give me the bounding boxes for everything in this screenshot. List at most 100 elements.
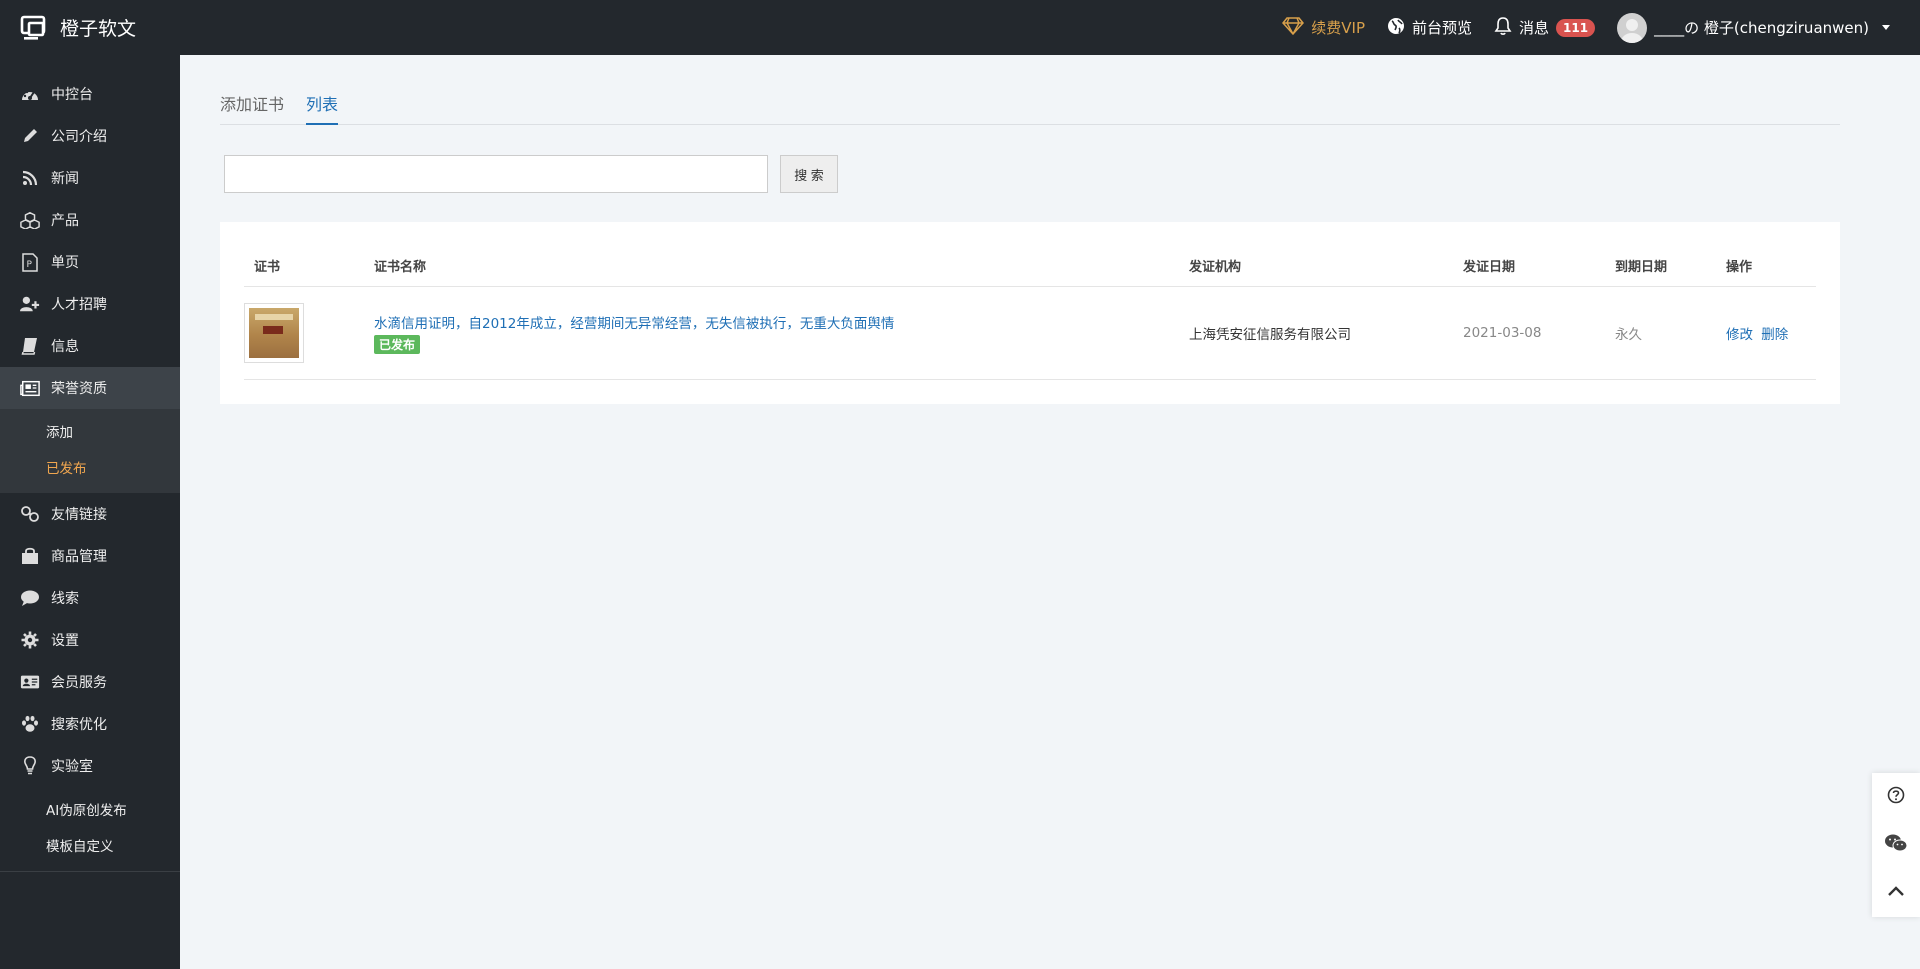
top-bar: 橙子软文 续费VIP 前台预览 消息 111 ____の 橙子(chengzir…: [0, 0, 1920, 55]
pencil-icon: [20, 126, 40, 146]
sidebar-item-recruitment[interactable]: 人才招聘: [0, 283, 180, 325]
submenu-item-published[interactable]: 已发布: [0, 451, 180, 487]
question-circle-icon: [1887, 786, 1905, 808]
sidebar-item-label: 实验室: [51, 759, 93, 775]
submenu-item-ai-rewrite[interactable]: AI伪原创发布: [0, 793, 180, 829]
sidebar: 中控台 公司介绍 新闻 产品 P 单页 人才招聘 信息 荣誉资质 添加 已发布 …: [0, 55, 180, 969]
wechat-icon: [1884, 833, 1908, 857]
sidebar-item-label: 荣誉资质: [51, 381, 107, 397]
user-menu[interactable]: ____の 橙子(chengziruanwen): [1617, 12, 1890, 43]
tab-list[interactable]: 列表: [306, 85, 339, 125]
column-header-issue-date: 发证日期: [1453, 246, 1605, 287]
brand[interactable]: 橙子软文: [20, 0, 136, 55]
sidebar-item-info[interactable]: 信息: [0, 325, 180, 367]
rss-icon: [20, 168, 40, 188]
sidebar-item-label: 公司介绍: [51, 129, 107, 145]
cell-name: 水滴信用证明，自2012年成立，经营期间无异常经营，无失信被执行，无重大负面舆情…: [364, 286, 1179, 380]
gear-icon: [20, 630, 40, 650]
user-name: ____の 橙子(chengziruanwen): [1654, 19, 1869, 37]
table-header-row: 证书 证书名称 发证机构 发证日期 到期日期 操作: [244, 246, 1816, 287]
delete-link[interactable]: 删除: [1761, 327, 1788, 343]
diamond-icon: [1282, 16, 1305, 39]
brand-name: 橙子软文: [60, 18, 137, 40]
sidebar-item-seo[interactable]: 搜索优化: [0, 703, 180, 745]
sidebar-item-news[interactable]: 新闻: [0, 157, 180, 199]
cell-issuer: 上海凭安征信服务有限公司: [1179, 286, 1453, 380]
sidebar-item-label: 友情链接: [51, 507, 107, 523]
search-button[interactable]: 搜 索: [780, 155, 838, 193]
brand-logo-icon: [20, 15, 50, 41]
sidebar-item-membership[interactable]: 会员服务: [0, 661, 180, 703]
frontend-preview-link[interactable]: 前台预览: [1387, 17, 1472, 39]
preview-label: 前台预览: [1412, 19, 1473, 37]
sidebar-item-lab[interactable]: 实验室: [0, 745, 180, 787]
vip-label: 续费VIP: [1311, 19, 1365, 37]
floating-toolbar: [1872, 773, 1920, 917]
sidebar-item-page[interactable]: P 单页: [0, 241, 180, 283]
sidebar-item-goods[interactable]: 商品管理: [0, 535, 180, 577]
comment-icon: [20, 588, 40, 608]
chevron-up-icon: [1887, 885, 1905, 901]
certificate-title-link[interactable]: 水滴信用证明，自2012年成立，经营期间无异常经营，无失信被执行，无重大负面舆情: [374, 312, 1179, 332]
sidebar-item-label: 商品管理: [51, 549, 107, 565]
sidebar-item-leads[interactable]: 线索: [0, 577, 180, 619]
paw-icon: [20, 714, 40, 734]
sidebar-item-dashboard[interactable]: 中控台: [0, 73, 180, 115]
status-badge: 已发布: [374, 334, 421, 354]
column-header-expiry: 到期日期: [1605, 246, 1716, 287]
bell-icon: [1494, 16, 1512, 40]
sidebar-item-label: 搜索优化: [51, 717, 107, 733]
column-header-actions: 操作: [1716, 246, 1816, 287]
messages-link[interactable]: 消息 111: [1494, 16, 1596, 40]
sidebar-item-products[interactable]: 产品: [0, 199, 180, 241]
sidebar-item-label: 单页: [51, 255, 79, 271]
sidebar-item-label: 人才招聘: [51, 297, 107, 313]
back-to-top-button[interactable]: [1872, 869, 1920, 917]
column-header-certificate: 证书: [244, 246, 364, 287]
search-input[interactable]: [224, 155, 768, 193]
sidebar-item-settings[interactable]: 设置: [0, 619, 180, 661]
top-right-menu: 续费VIP 前台预览 消息 111 ____の 橙子(chengziruanwe…: [1282, 0, 1890, 55]
column-header-issuer: 发证机构: [1179, 246, 1453, 287]
column-header-name: 证书名称: [364, 246, 1179, 287]
submenu-item-template[interactable]: 模板自定义: [0, 829, 180, 865]
svg-text:P: P: [27, 260, 33, 270]
tab-bar: 添加证书 列表: [220, 85, 1840, 125]
tab-add-certificate[interactable]: 添加证书: [220, 85, 284, 125]
globe-icon: [1387, 17, 1405, 39]
edit-link[interactable]: 修改: [1726, 327, 1753, 343]
certificate-list-panel: 证书 证书名称 发证机构 发证日期 到期日期 操作 水滴信用证明，自2012年成…: [220, 222, 1840, 404]
sidebar-item-honors[interactable]: 荣誉资质: [0, 367, 180, 409]
sidebar-item-label: 新闻: [51, 171, 79, 187]
certificate-table: 证书 证书名称 发证机构 发证日期 到期日期 操作 水滴信用证明，自2012年成…: [244, 246, 1816, 380]
id-card-icon: [20, 672, 40, 692]
table-row: 水滴信用证明，自2012年成立，经营期间无异常经营，无失信被执行，无重大负面舆情…: [244, 286, 1816, 380]
newspaper-icon: [20, 378, 40, 398]
caret-down-icon: [1882, 25, 1890, 30]
sidebar-item-label: 会员服务: [51, 675, 107, 691]
main-content: 添加证书 列表 搜 索 证书 证书名称 发证机构 发证日期 到期日期 操作 水滴…: [180, 55, 1920, 969]
sidebar-item-label: 设置: [51, 633, 79, 649]
messages-label: 消息: [1519, 19, 1550, 37]
avatar: [1617, 12, 1648, 43]
messages-count-badge: 111: [1556, 18, 1596, 37]
sidebar-item-label: 产品: [51, 213, 79, 229]
sidebar-item-label: 中控台: [51, 87, 93, 103]
certificate-thumbnail[interactable]: [244, 302, 304, 363]
cell-expiry: 永久: [1605, 286, 1716, 380]
cubes-icon: [20, 210, 40, 230]
sidebar-item-company[interactable]: 公司介绍: [0, 115, 180, 157]
honors-submenu: 添加 已发布: [0, 409, 180, 493]
submenu-item-add[interactable]: 添加: [0, 415, 180, 451]
user-plus-icon: [20, 294, 40, 314]
wechat-button[interactable]: [1872, 821, 1920, 869]
lab-submenu: AI伪原创发布 模板自定义: [0, 787, 180, 872]
help-button[interactable]: [1872, 773, 1920, 821]
certificate-image: [249, 307, 299, 358]
cell-issue-date: 2021-03-08: [1453, 286, 1605, 380]
sidebar-item-links[interactable]: 友情链接: [0, 493, 180, 535]
lightbulb-icon: [20, 756, 40, 776]
sidebar-item-label: 线索: [51, 591, 79, 607]
renew-vip-link[interactable]: 续费VIP: [1282, 16, 1365, 39]
sidebar-item-label: 信息: [51, 339, 79, 355]
